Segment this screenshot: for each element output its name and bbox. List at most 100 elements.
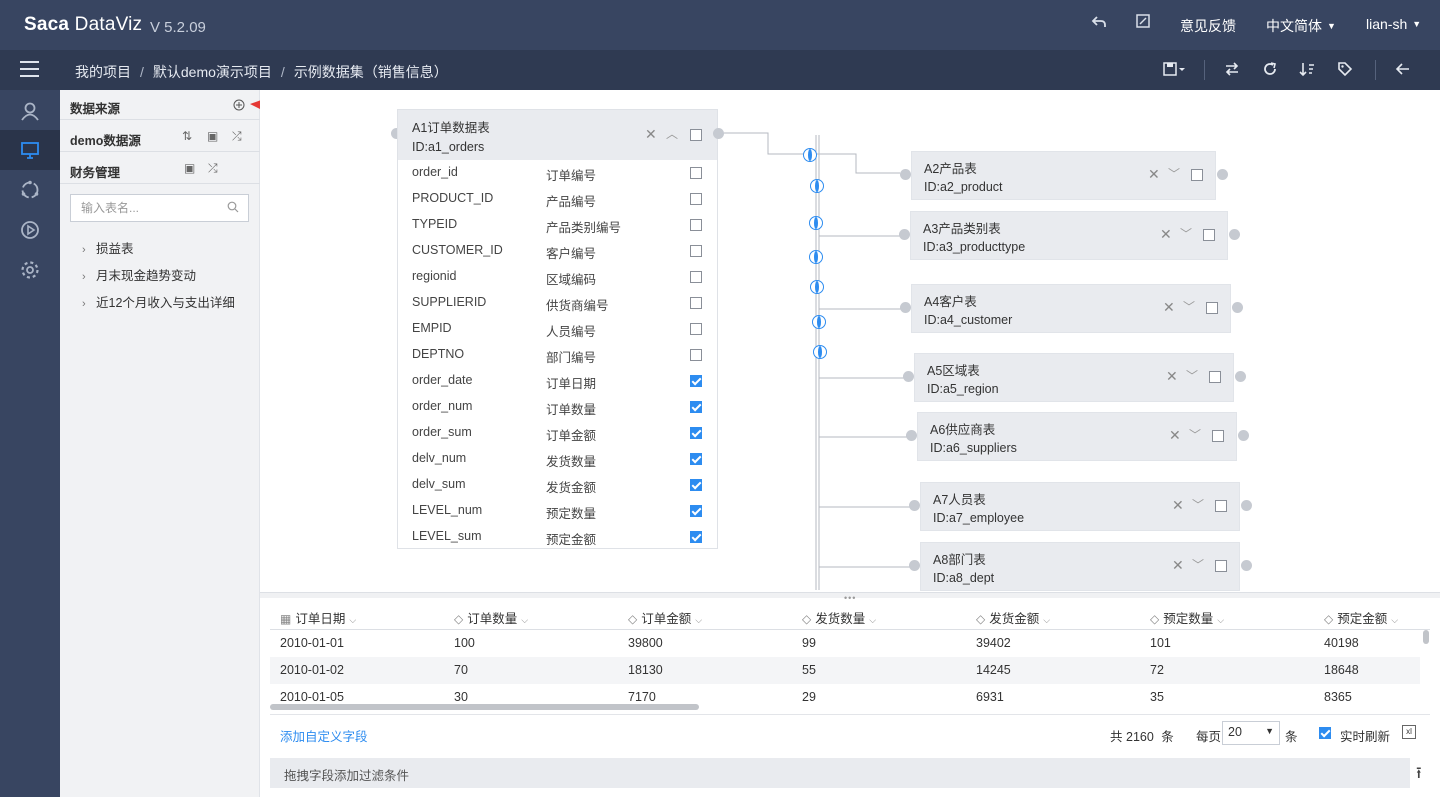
shuffle-icon[interactable]: ⤮ <box>232 129 242 144</box>
field-checkbox[interactable] <box>690 531 702 543</box>
preview-icon[interactable]: ▣ <box>207 129 218 143</box>
chevron-down-icon[interactable]: ⌵ <box>349 615 356 625</box>
chevron-down-icon[interactable]: ⌵ <box>1391 615 1398 625</box>
shuffle-icon[interactable]: ⤮ <box>208 161 218 176</box>
field-checkbox[interactable] <box>690 271 702 283</box>
add-source-icon[interactable] <box>233 99 245 111</box>
joined-table-card[interactable]: A4客户表 ID:a4_customer ✕ ﹀ <box>911 284 1231 333</box>
field-checkbox[interactable] <box>690 479 702 491</box>
field-checkbox[interactable] <box>690 427 702 439</box>
connector-dot[interactable] <box>899 229 910 240</box>
column-header[interactable]: ◇ 订单数量 ⌵ <box>454 608 528 627</box>
column-header[interactable]: ◇ 预定数量 ⌵ <box>1150 608 1224 627</box>
close-icon[interactable]: ✕ <box>1172 497 1184 514</box>
edit-icon[interactable] <box>1136 14 1150 33</box>
chevron-down-icon[interactable]: ⌵ <box>695 615 702 625</box>
join-node[interactable] <box>803 148 817 162</box>
chevron-down-icon[interactable]: ﹀ <box>1192 556 1204 573</box>
source-group-demo[interactable]: demo数据源 ⇅ ▣ ⤮ <box>60 122 260 152</box>
breadcrumb-item-project[interactable]: 我的项目 <box>75 64 131 80</box>
close-icon[interactable]: ✕ <box>1148 166 1160 183</box>
nav-dataset[interactable] <box>0 130 60 170</box>
joined-table-card[interactable]: A6供应商表 ID:a6_suppliers ✕ ﹀ <box>917 412 1237 461</box>
chevron-up-icon[interactable]: ︿ <box>666 125 678 142</box>
connector-dot[interactable] <box>1241 560 1252 571</box>
sort-az-icon[interactable]: ⇅ <box>182 129 192 143</box>
realtime-refresh-checkbox[interactable] <box>1319 727 1331 739</box>
back-icon[interactable] <box>1395 61 1411 81</box>
table-checkbox[interactable] <box>1215 560 1227 572</box>
preview-icon[interactable]: ▣ <box>184 161 195 175</box>
connector-dot[interactable] <box>1232 302 1243 313</box>
field-checkbox[interactable] <box>690 193 702 205</box>
source-group-finance[interactable]: 财务管理 ▣ ⤮ <box>60 154 260 184</box>
chevron-down-icon[interactable]: ﹀ <box>1189 426 1201 443</box>
close-icon[interactable]: ✕ <box>1163 299 1175 316</box>
user-menu[interactable]: lian-sh ▼ <box>1366 16 1421 32</box>
column-header[interactable]: ◇ 发货金额 ⌵ <box>976 608 1050 627</box>
join-node[interactable] <box>810 179 824 193</box>
field-checkbox[interactable] <box>690 375 702 387</box>
connector-dot[interactable] <box>900 302 911 313</box>
nav-cycle[interactable] <box>0 170 60 210</box>
tree-item[interactable]: › 损益表 <box>82 238 134 257</box>
column-header[interactable]: ◇ 订单金额 ⌵ <box>628 608 702 627</box>
save-icon[interactable] <box>1163 61 1185 81</box>
joined-table-card[interactable]: A3产品类别表 ID:a3_producttype ✕ ﹀ <box>910 211 1228 260</box>
connector-dot[interactable] <box>900 169 911 180</box>
add-custom-field-link[interactable]: 添加自定义字段 <box>280 726 368 745</box>
connector-dot[interactable] <box>713 128 724 139</box>
close-icon[interactable]: ✕ <box>1172 557 1184 574</box>
table-checkbox[interactable] <box>1206 302 1218 314</box>
breadcrumb-item-demo[interactable]: 默认demo演示项目 <box>153 64 272 80</box>
table-checkbox[interactable] <box>1203 229 1215 241</box>
field-checkbox[interactable] <box>690 323 702 335</box>
joined-table-card[interactable]: A8部门表 ID:a8_dept ✕ ﹀ <box>920 542 1240 591</box>
chevron-down-icon[interactable]: ﹀ <box>1186 367 1198 384</box>
joined-table-card[interactable]: A5区域表 ID:a5_region ✕ ﹀ <box>914 353 1234 402</box>
close-icon[interactable]: ✕ <box>1169 427 1181 444</box>
join-node[interactable] <box>812 315 826 329</box>
connector-dot[interactable] <box>906 430 917 441</box>
sort-icon[interactable] <box>1299 61 1315 81</box>
connector-dot[interactable] <box>1217 169 1228 180</box>
swap-icon[interactable] <box>1224 61 1240 81</box>
chevron-down-icon[interactable]: ﹀ <box>1183 298 1195 315</box>
connector-dot[interactable] <box>1235 371 1246 382</box>
field-checkbox[interactable] <box>690 349 702 361</box>
tree-item[interactable]: › 近12个月收入与支出详细 <box>82 292 235 311</box>
tree-item[interactable]: › 月末现金趋势变动 <box>82 265 196 284</box>
connector-dot[interactable] <box>1238 430 1249 441</box>
field-checkbox[interactable] <box>690 219 702 231</box>
column-header[interactable]: ▦ 订单日期 ⌵ <box>280 608 356 627</box>
table-checkbox[interactable] <box>1209 371 1221 383</box>
chevron-down-icon[interactable]: ﹀ <box>1192 496 1204 513</box>
arrow-up-icon[interactable]: ⭱ <box>1416 762 1422 789</box>
join-node[interactable] <box>813 345 827 359</box>
horizontal-scrollbar[interactable] <box>270 704 699 710</box>
connector-dot[interactable] <box>909 560 920 571</box>
nav-play[interactable] <box>0 210 60 250</box>
table-checkbox[interactable] <box>690 129 702 141</box>
tag-icon[interactable] <box>1337 61 1353 81</box>
connector-dot[interactable] <box>909 500 920 511</box>
nav-settings[interactable] <box>0 250 60 290</box>
field-checkbox[interactable] <box>690 245 702 257</box>
join-node[interactable] <box>809 250 823 264</box>
field-checkbox[interactable] <box>690 401 702 413</box>
connector-dot[interactable] <box>1229 229 1240 240</box>
nav-user[interactable] <box>0 91 60 131</box>
table-checkbox[interactable] <box>1191 169 1203 181</box>
feedback-link[interactable]: 意见反馈 <box>1180 16 1236 36</box>
close-icon[interactable]: ✕ <box>1160 226 1172 243</box>
connector-dot[interactable] <box>1241 500 1252 511</box>
join-node[interactable] <box>809 216 823 230</box>
refresh-icon[interactable] <box>1262 61 1278 81</box>
table-checkbox[interactable] <box>1215 500 1227 512</box>
field-checkbox[interactable] <box>690 167 702 179</box>
chevron-down-icon[interactable]: ⌵ <box>869 615 876 625</box>
chevron-down-icon[interactable]: ⌵ <box>521 615 528 625</box>
chevron-down-icon[interactable]: ⌵ <box>1043 615 1050 625</box>
filter-drop-zone[interactable]: 拖拽字段添加过滤条件 <box>270 758 1410 788</box>
undo-icon[interactable] <box>1091 14 1107 35</box>
